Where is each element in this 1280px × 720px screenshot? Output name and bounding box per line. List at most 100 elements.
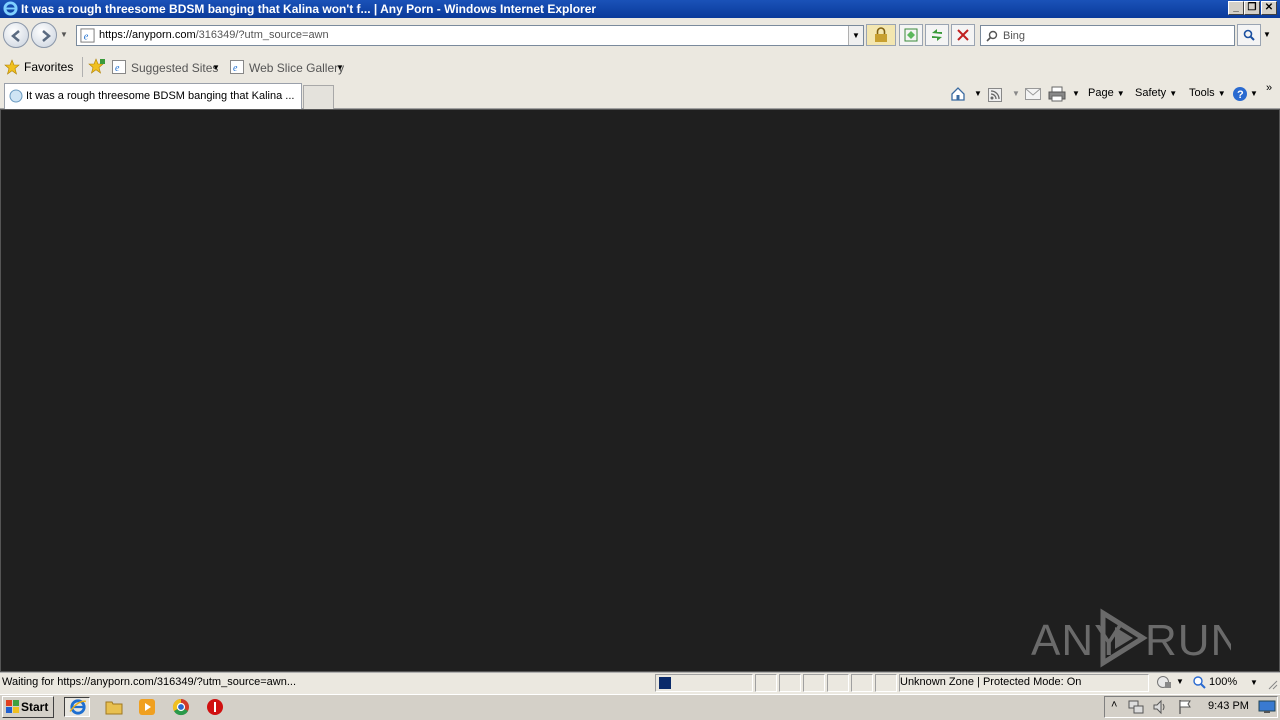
add-to-favorites-button[interactable]: [88, 58, 106, 76]
chevron-down-icon: ▼: [1072, 89, 1080, 98]
address-bar[interactable]: e https://anyporn.com/316349/?utm_source…: [76, 25, 864, 46]
protected-mode-button[interactable]: ▼: [1156, 675, 1186, 691]
status-segment: [779, 674, 801, 692]
web-slice-gallery-label: Web Slice Gallery: [249, 61, 345, 75]
windows-logo-icon: [6, 700, 19, 713]
home-button[interactable]: ▼: [950, 86, 982, 104]
security-lock-button[interactable]: [866, 24, 896, 46]
tab-active[interactable]: It was a rough threesome BDSM banging th…: [4, 83, 302, 109]
compatibility-view-button[interactable]: [899, 24, 923, 46]
address-dropdown-button[interactable]: ▼: [848, 26, 863, 45]
folder-icon: [105, 701, 123, 715]
read-mail-button[interactable]: [1025, 88, 1043, 102]
help-button[interactable]: ? ▼: [1232, 86, 1260, 104]
status-segment: [755, 674, 777, 692]
taskbar-ie-button[interactable]: [64, 697, 90, 717]
globe-lock-icon: [1157, 676, 1171, 688]
ie-page-icon: e: [112, 60, 126, 74]
clock[interactable]: 9:43 PM: [1208, 700, 1249, 712]
chevron-down-icon: ▼: [1116, 89, 1125, 98]
loading-spinner-icon: [9, 89, 23, 103]
taskbar-stop-app-button[interactable]: [202, 697, 228, 717]
zoom-magnifier-icon: [1193, 676, 1206, 689]
favorites-button[interactable]: Favorites: [4, 58, 76, 76]
start-button[interactable]: Start: [2, 696, 54, 718]
search-placeholder: Bing: [1003, 30, 1026, 42]
url-host: https://anyporn.com: [99, 29, 196, 41]
refresh-button[interactable]: [925, 24, 949, 46]
chrome-icon: [172, 698, 189, 716]
search-options-dropdown-icon[interactable]: ▼: [1263, 30, 1271, 39]
status-segment: [875, 674, 897, 692]
progress-fill: [659, 677, 671, 689]
back-button[interactable]: [3, 22, 29, 48]
help-icon: ?: [1233, 87, 1247, 101]
chevron-down-icon: ▼: [1250, 678, 1258, 687]
status-segment: [851, 674, 873, 692]
action-center-flag-icon[interactable]: [1177, 699, 1193, 715]
print-button[interactable]: ▼: [1048, 86, 1080, 104]
new-tab-button[interactable]: [303, 85, 334, 109]
svg-text:RUN: RUN: [1145, 616, 1231, 665]
chevron-down-icon: ▼: [974, 89, 982, 98]
search-go-button[interactable]: [1237, 24, 1261, 46]
search-icon: [1243, 29, 1255, 41]
red-alert-icon: [207, 699, 223, 715]
network-icon[interactable]: [1128, 699, 1144, 715]
internet-explorer-icon: [69, 699, 86, 715]
minimize-button[interactable]: _: [1228, 1, 1244, 15]
svg-text:?: ?: [1237, 89, 1244, 101]
safety-menu-label: Safety: [1135, 87, 1167, 99]
history-dropdown-icon[interactable]: ▼: [60, 30, 68, 39]
show-hidden-icons-icon[interactable]: ˄: [1111, 699, 1117, 711]
zone-segment[interactable]: Unknown Zone | Protected Mode: On: [899, 674, 1149, 692]
taskbar-explorer-button[interactable]: [101, 697, 127, 717]
resize-grip-icon[interactable]: [1266, 678, 1278, 690]
divider: [82, 57, 83, 77]
show-desktop-button[interactable]: [1258, 699, 1276, 715]
ie-page-icon: e: [80, 28, 95, 43]
tab-title: It was a rough threesome BDSM banging th…: [26, 90, 295, 102]
lock-icon: [875, 27, 887, 42]
volume-icon[interactable]: [1152, 699, 1168, 715]
stop-x-icon: [957, 29, 969, 41]
window-title: It was a rough threesome BDSM banging th…: [21, 2, 597, 16]
compatibility-icon: [904, 28, 918, 42]
rss-feed-icon: [988, 88, 1002, 102]
url-text: https://anyporn.com/316349/?utm_source=a…: [99, 29, 329, 41]
page-content: ANY RUN: [0, 109, 1280, 672]
tools-menu-label: Tools: [1189, 87, 1215, 99]
forward-arrow-icon: [42, 30, 51, 42]
svg-text:e: e: [115, 63, 120, 74]
zoom-button[interactable]: 100% ▼: [1192, 675, 1262, 691]
status-segment: [803, 674, 825, 692]
svg-text:e: e: [84, 31, 89, 42]
status-text: Waiting for https://anyporn.com/316349/?…: [2, 676, 297, 688]
stop-button[interactable]: [951, 24, 975, 46]
zone-text: Unknown Zone | Protected Mode: On: [900, 676, 1082, 688]
add-favorite-star-icon: [88, 58, 105, 74]
web-slice-gallery-link[interactable]: e Web Slice Gallery ▼: [230, 59, 348, 77]
close-button[interactable]: ✕: [1261, 1, 1277, 15]
svg-text:e: e: [233, 63, 238, 74]
favorites-label: Favorites: [24, 60, 74, 74]
command-bar-overflow-icon[interactable]: »: [1266, 82, 1272, 94]
printer-icon: [1048, 86, 1066, 102]
forward-button[interactable]: [31, 22, 57, 48]
page-menu[interactable]: Page ▼: [1088, 87, 1125, 99]
taskbar-media-player-button[interactable]: [134, 697, 160, 717]
feeds-button[interactable]: ▼: [988, 86, 1020, 104]
search-box[interactable]: Bing: [980, 25, 1235, 46]
chevron-down-icon: ▼: [212, 63, 220, 72]
chevron-down-icon: ▼: [1217, 89, 1226, 98]
desktop-icon: [1258, 700, 1276, 713]
chevron-down-icon: ▼: [1169, 89, 1178, 98]
taskbar-chrome-button[interactable]: [168, 697, 194, 717]
tools-menu[interactable]: Tools ▼: [1189, 87, 1226, 99]
star-icon: [4, 59, 20, 75]
chevron-down-icon: ▼: [1250, 89, 1258, 98]
progress-bar: [655, 674, 753, 692]
safety-menu[interactable]: Safety ▼: [1135, 87, 1177, 99]
restore-button[interactable]: ❐: [1244, 1, 1260, 15]
suggested-sites-link[interactable]: e Suggested Sites ▼: [112, 59, 222, 77]
